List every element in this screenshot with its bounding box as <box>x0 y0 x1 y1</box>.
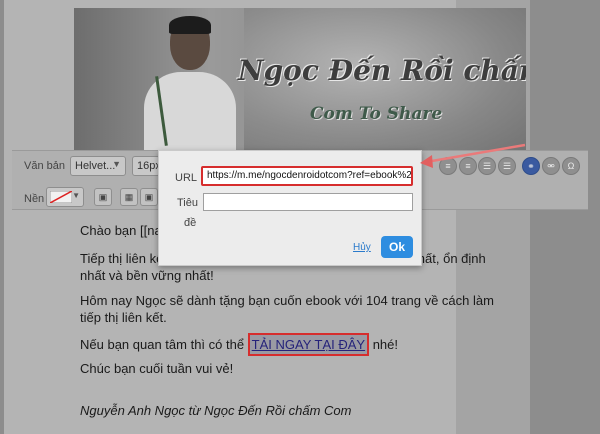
annotation-arrow-icon <box>420 143 526 168</box>
